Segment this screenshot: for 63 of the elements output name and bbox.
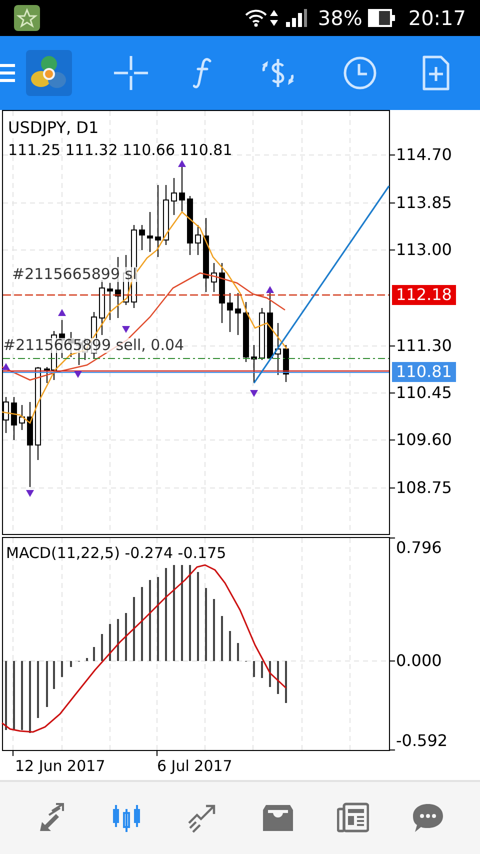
candle (235, 292, 241, 336)
order-label: #2115665899 sl (12, 267, 137, 282)
price-label: 108.75 (396, 480, 452, 496)
candle (11, 396, 17, 440)
order-label: #2115665899 sell, 0.04 (3, 338, 184, 353)
candle (19, 404, 25, 430)
macd-scale-label: 0.000 (396, 653, 442, 669)
date-label: 12 Jun 2017 (15, 759, 106, 774)
macd-title: MACD(11,22,5) -0.274 -0.175 (6, 546, 226, 561)
price-badge: 112.18 (392, 285, 456, 305)
candle (283, 344, 289, 382)
price-badge: 110.81 (392, 362, 456, 382)
clock-icon[interactable] (342, 56, 377, 90)
price-label: 113.00 (396, 242, 452, 258)
candle (267, 292, 273, 360)
data-arrows-icon (270, 10, 278, 26)
candle (99, 280, 105, 336)
candle (251, 344, 257, 384)
wifi-icon (244, 9, 267, 27)
menu-icon[interactable] (0, 63, 15, 83)
price-label: 111.30 (396, 338, 452, 354)
battery-percentage: 38% (318, 8, 362, 28)
candle (147, 212, 153, 252)
candle (187, 196, 193, 256)
function-icon[interactable] (193, 57, 214, 89)
price-label: 109.60 (396, 432, 452, 448)
down-arrow-marker (250, 390, 258, 397)
down-arrow-marker (122, 326, 130, 333)
candle (195, 224, 201, 256)
app-notification-icon (14, 5, 40, 31)
macd-scale-label: 0.796 (396, 540, 442, 556)
candle (227, 292, 233, 332)
macd-scale-label: -0.592 (396, 733, 448, 749)
app-logo-icon[interactable] (26, 50, 72, 96)
status-time: 20:17 (408, 8, 466, 28)
candle (275, 322, 281, 376)
news-icon[interactable] (336, 801, 369, 835)
up-arrow-marker (2, 363, 10, 370)
up-arrow-marker (266, 286, 274, 293)
candle (179, 166, 185, 212)
chart-symbol: USDJPY, D1 (8, 120, 99, 136)
up-arrow-marker (178, 160, 186, 167)
up-arrow-marker (58, 309, 66, 316)
date-label: 6 Jul 2017 (157, 759, 232, 774)
signal-icon (286, 9, 308, 27)
candle (107, 282, 113, 320)
chat-icon[interactable] (412, 801, 444, 835)
candle (163, 184, 169, 246)
new-document-icon[interactable] (422, 55, 450, 91)
candle (171, 178, 177, 216)
candle (219, 262, 225, 324)
down-arrow-marker (26, 490, 34, 497)
ohlc-values: 111.25 111.32 110.66 110.81 (8, 143, 232, 158)
candle (139, 224, 145, 250)
candle (211, 262, 217, 292)
battery-icon (368, 9, 396, 27)
price-label: 110.45 (396, 385, 452, 401)
candle (243, 302, 249, 362)
candle (259, 308, 265, 360)
crosshair-icon[interactable] (114, 56, 148, 90)
down-arrow-marker (74, 371, 82, 378)
price-label: 113.85 (396, 195, 452, 211)
price-label: 114.70 (396, 147, 452, 163)
